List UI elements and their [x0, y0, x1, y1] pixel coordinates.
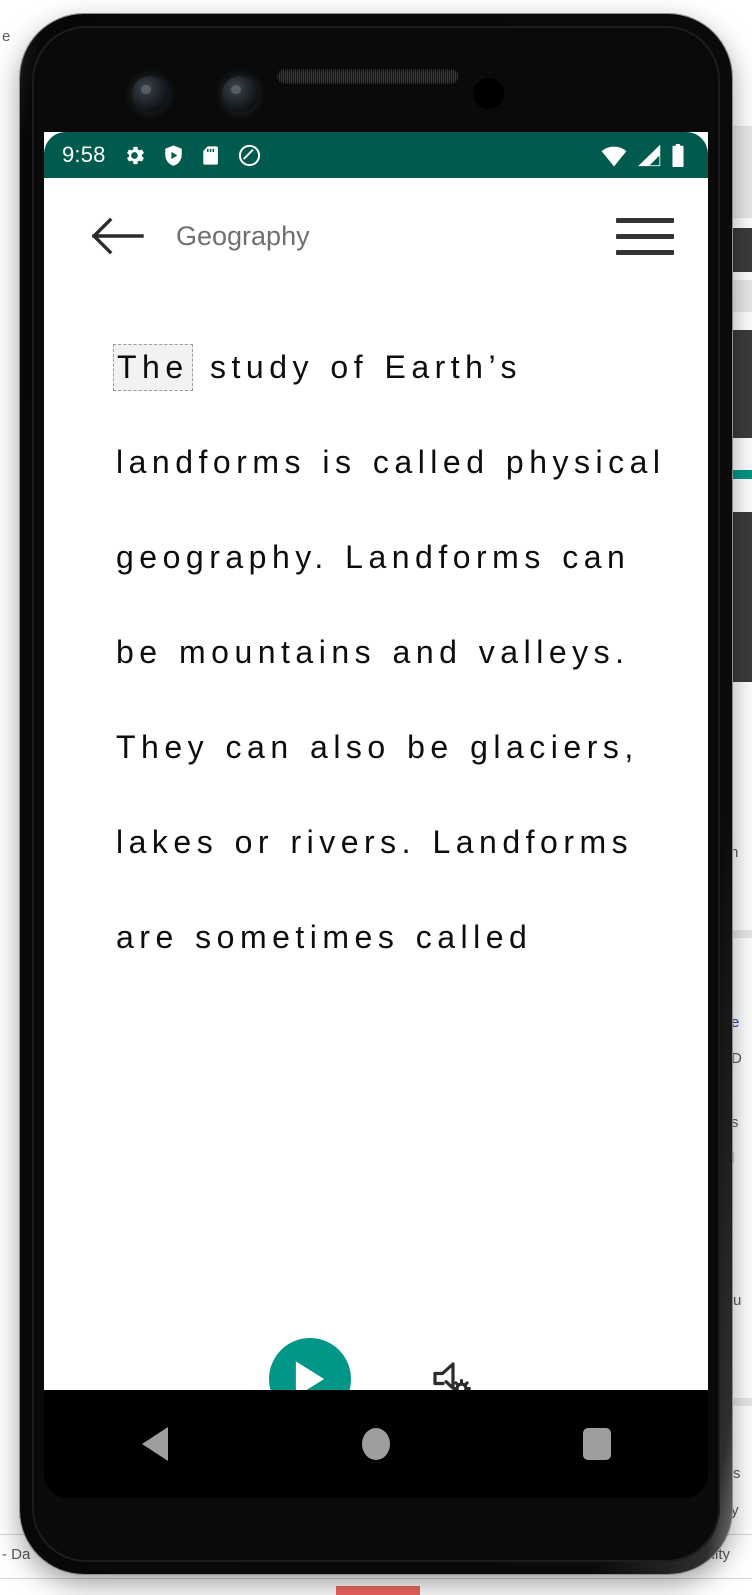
player-controls	[44, 1338, 708, 1390]
nav-home-button[interactable]	[333, 1409, 419, 1479]
bg-text: s	[731, 1114, 739, 1131]
settings-gear-icon	[126, 146, 144, 164]
bg-block	[336, 1586, 420, 1595]
sd-card-icon	[202, 145, 218, 165]
do-not-disturb-icon	[238, 144, 260, 166]
android-navigation-bar	[44, 1390, 708, 1498]
front-camera-secondary-icon	[222, 76, 258, 112]
phone-device-frame: 9:58 Geography The study of Earth’s land…	[20, 14, 732, 1574]
bg-text: s	[733, 1465, 741, 1482]
menu-line	[616, 249, 674, 255]
bg-text: D	[731, 1050, 742, 1067]
bg-text: e	[731, 1014, 740, 1031]
wifi-icon	[601, 146, 627, 166]
play-button[interactable]	[269, 1338, 351, 1390]
play-icon	[295, 1361, 325, 1390]
battery-icon	[672, 143, 684, 167]
status-bar-right-icons	[600, 143, 686, 167]
phone-bezel: 9:58 Geography The study of Earth’s land…	[32, 26, 720, 1562]
reader-rest-text: study of Earth’s landforms is called phy…	[116, 349, 666, 955]
menu-line	[616, 217, 674, 223]
menu-line	[616, 233, 674, 239]
bg-text: u	[733, 1292, 742, 1309]
nav-recents-button[interactable]	[554, 1409, 640, 1479]
speaker-settings-icon	[433, 1362, 471, 1390]
current-word-highlight[interactable]: The	[113, 344, 193, 391]
hamburger-menu-icon[interactable]	[616, 207, 678, 265]
home-circle-icon	[361, 1428, 390, 1460]
front-camera-icon	[132, 76, 168, 112]
status-bar-clock: 9:58	[62, 142, 106, 167]
tts-settings-button[interactable]	[419, 1347, 483, 1390]
bg-text: - Da	[2, 1546, 31, 1563]
earpiece-speaker-grille	[277, 69, 459, 84]
proximity-sensor-icon	[473, 78, 504, 109]
phone-screen: 9:58 Geography The study of Earth’s land…	[44, 132, 708, 1390]
status-bar: 9:58	[44, 132, 708, 178]
back-button[interactable]	[90, 207, 148, 265]
reader-content: The study of Earth’s landforms is called…	[44, 294, 708, 985]
cellular-signal-icon	[638, 144, 661, 166]
bg-rule	[0, 1578, 752, 1579]
status-bar-left-icons	[122, 143, 262, 168]
recents-square-icon	[583, 1428, 612, 1460]
arrow-left-icon	[91, 217, 144, 255]
nav-back-button[interactable]	[112, 1409, 198, 1479]
page-title: Geography	[176, 220, 310, 251]
back-triangle-icon	[141, 1427, 168, 1461]
reader-paragraph[interactable]: The study of Earth’s landforms is called…	[113, 320, 668, 985]
app-bar: Geography	[44, 178, 708, 294]
bg-text: e	[2, 28, 11, 45]
play-protect-shield-icon	[164, 145, 182, 166]
